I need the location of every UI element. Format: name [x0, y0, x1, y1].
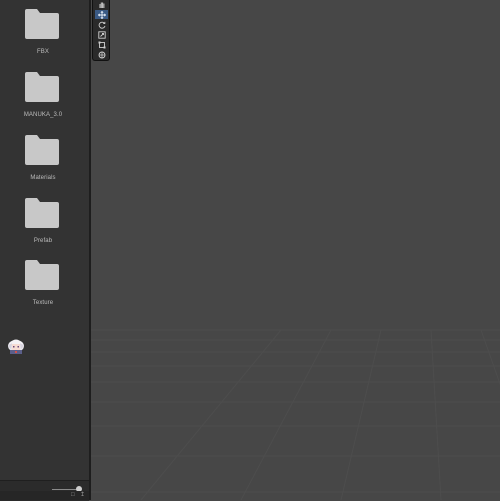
folder-label: Materials	[30, 175, 56, 181]
folder-texture[interactable]: Texture	[0, 259, 86, 317]
move-icon	[97, 10, 106, 19]
folder-label: FBX	[37, 49, 49, 55]
scene-grid	[91, 329, 500, 500]
rect-tool[interactable]	[95, 40, 108, 49]
rotate-icon	[98, 21, 105, 29]
folder-materials[interactable]: Materials	[0, 134, 86, 192]
folder-manuka[interactable]: MANUKA_3.0	[0, 71, 86, 129]
scene-view[interactable]	[91, 0, 500, 500]
folder-icon	[25, 135, 59, 165]
hand-icon	[99, 2, 104, 8]
rotate-tool[interactable]	[95, 20, 108, 29]
folder-icon	[25, 260, 59, 290]
zoom-slider-track[interactable]	[52, 489, 78, 490]
folder-fbx[interactable]: FBX	[0, 8, 86, 66]
hand-tool[interactable]	[95, 0, 108, 9]
transform-tool[interactable]	[95, 50, 108, 59]
lock-icon[interactable]: □	[71, 492, 75, 499]
folder-icon	[25, 72, 59, 102]
counter-icon: ↥	[80, 492, 86, 498]
folder-prefab[interactable]: Prefab	[0, 197, 86, 255]
folder-icon	[25, 9, 59, 39]
character-thumbnail-icon	[8, 339, 24, 354]
tool-bar	[92, 0, 110, 61]
move-tool[interactable]	[95, 10, 108, 19]
folder-label: Texture	[32, 300, 54, 306]
transform-icon	[98, 51, 105, 58]
folder-label: Prefab	[33, 238, 53, 244]
character-asset[interactable]	[6, 334, 26, 356]
scale-tool[interactable]	[95, 30, 108, 39]
rect-icon	[98, 41, 105, 48]
project-panel: FBX MANUKA_3.0 Materials Prefab Texture	[0, 0, 89, 501]
folder-label: MANUKA_3.0	[23, 112, 63, 118]
scale-icon	[97, 30, 106, 39]
status-strip	[0, 491, 89, 500]
folder-icon	[25, 198, 59, 228]
